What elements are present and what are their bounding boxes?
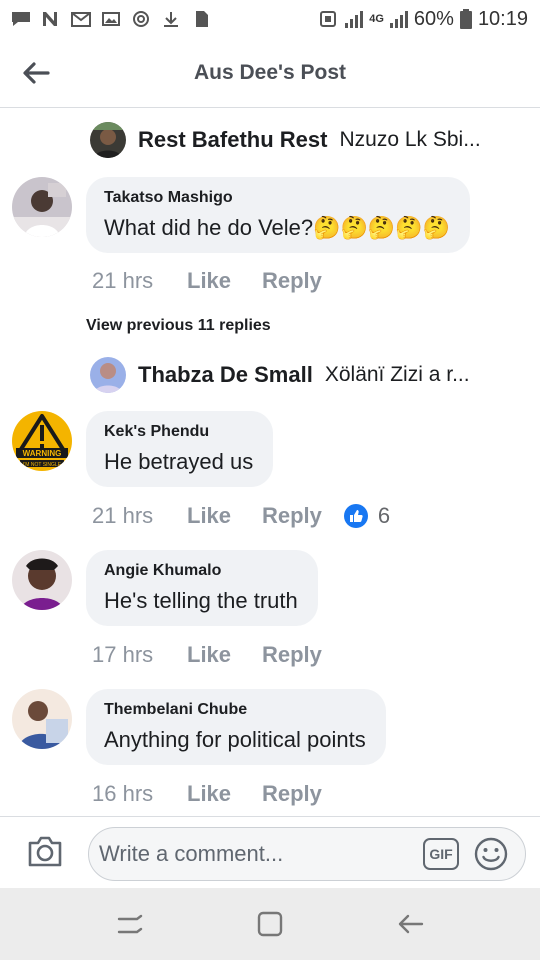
sync-icon (133, 11, 149, 27)
comment-actions: 16 hrs Like Reply (92, 781, 322, 807)
smiley-icon (474, 837, 508, 871)
chat-icon (12, 12, 30, 26)
avatar[interactable]: WARNING I'M NOT SINGLE (12, 411, 72, 471)
avatar[interactable] (12, 550, 72, 610)
comment-bubble[interactable]: Angie Khumalo He's telling the truth (86, 550, 318, 626)
comment-actions: 17 hrs Like Reply (92, 642, 322, 668)
arrow-left-icon (23, 62, 50, 84)
comment-bubble[interactable]: Thembelani Chube Anything for political … (86, 689, 386, 765)
comment-input[interactable] (99, 837, 409, 871)
like-button[interactable]: Like (187, 642, 262, 668)
signal-4g-icon (389, 10, 408, 28)
avatar[interactable] (12, 689, 72, 749)
n-icon (43, 12, 57, 26)
reply-button[interactable]: Reply (262, 642, 322, 668)
comment-time: 21 hrs (92, 268, 154, 293)
comment-author[interactable]: Thembelani Chube (104, 701, 366, 719)
comment-time: 17 hrs (92, 642, 154, 667)
avatar-warning-text: WARNING (23, 449, 62, 458)
reaction-summary[interactable]: 6 (343, 503, 391, 529)
comment-time: 16 hrs (92, 781, 154, 806)
avatar[interactable] (12, 177, 72, 237)
network-type: 4G (369, 13, 384, 25)
comment-text: He betrayed us (104, 449, 254, 474)
avatar[interactable] (90, 357, 126, 393)
comment-actions: 21 hrs Like Reply 6 (92, 503, 390, 529)
recents-icon (117, 914, 143, 934)
reply-button[interactable]: Reply (262, 268, 322, 294)
home-button[interactable] (250, 904, 290, 944)
comment-author[interactable]: Angie Khumalo (104, 562, 298, 580)
sim-icon (196, 11, 208, 27)
comments-feed[interactable]: Rest Bafethu Rest Nzuzo Lk Sbi... Takats… (0, 109, 540, 816)
status-left-icons (10, 10, 212, 28)
status-bar: 4G 60% 10:19 (0, 0, 540, 38)
status-right: 4G 60% 10:19 (317, 8, 528, 31)
image-icon (102, 12, 120, 26)
reply-button[interactable]: Reply (262, 503, 322, 529)
app-bar: Aus Dee's Post (0, 38, 540, 108)
reply-preview[interactable]: Thabza De Small Xölänï Zizi a r... (90, 357, 470, 393)
comment-author[interactable]: Kek's Phendu (104, 423, 253, 441)
mail-icon (71, 12, 91, 27)
comment-time: 21 hrs (92, 503, 154, 528)
avatar-badge-subtext: I'M NOT SINGLE (23, 462, 62, 468)
system-nav-bar (0, 888, 540, 960)
reaction-count: 6 (377, 503, 391, 528)
page-title: Aus Dee's Post (193, 60, 347, 84)
reply-preview-author[interactable]: Rest Bafethu Rest (138, 127, 327, 153)
reply-button[interactable]: Reply (262, 781, 322, 807)
view-previous-replies-link[interactable]: View previous 11 replies (86, 317, 271, 335)
comment-bubble[interactable]: Takatso Mashigo What did he do Vele?🤔🤔🤔🤔… (86, 177, 471, 253)
like-button[interactable]: Like (187, 781, 262, 807)
back-nav-button[interactable] (390, 904, 430, 944)
comment-composer: GIF (0, 816, 540, 888)
camera-icon (28, 836, 62, 867)
battery-percent: 60% (413, 7, 454, 30)
emoji-button[interactable] (473, 836, 509, 872)
clock: 10:19 (477, 7, 528, 30)
comment-text: What did he do Vele?🤔🤔🤔🤔🤔 (104, 215, 451, 240)
comment-bubble[interactable]: Kek's Phendu He betrayed us (86, 411, 274, 487)
signal-icon (345, 10, 364, 28)
camera-button[interactable] (26, 835, 64, 869)
reply-preview-text: Xölänï Zizi a r... (324, 363, 470, 386)
avatar[interactable] (90, 122, 126, 158)
gif-button[interactable]: GIF (423, 838, 459, 870)
home-icon (257, 911, 283, 937)
battery-icon (459, 9, 472, 29)
like-button[interactable]: Like (187, 503, 262, 529)
nfc-icon (320, 11, 337, 27)
download-icon (164, 12, 178, 27)
thumbs-up-icon (343, 504, 368, 528)
back-button[interactable] (18, 55, 54, 91)
comment-text: Anything for political points (104, 727, 366, 752)
reply-preview-author[interactable]: Thabza De Small (138, 362, 313, 388)
like-button[interactable]: Like (187, 268, 262, 294)
comment-text: He's telling the truth (104, 588, 298, 613)
recents-button[interactable] (110, 904, 150, 944)
comment-box: GIF (88, 827, 526, 881)
comment-actions: 21 hrs Like Reply (92, 268, 322, 294)
reply-preview-text: Nzuzo Lk Sbi... (339, 128, 481, 151)
back-icon (398, 914, 424, 934)
reply-preview[interactable]: Rest Bafethu Rest Nzuzo Lk Sbi... (90, 122, 481, 158)
comment-author[interactable]: Takatso Mashigo (104, 189, 450, 207)
